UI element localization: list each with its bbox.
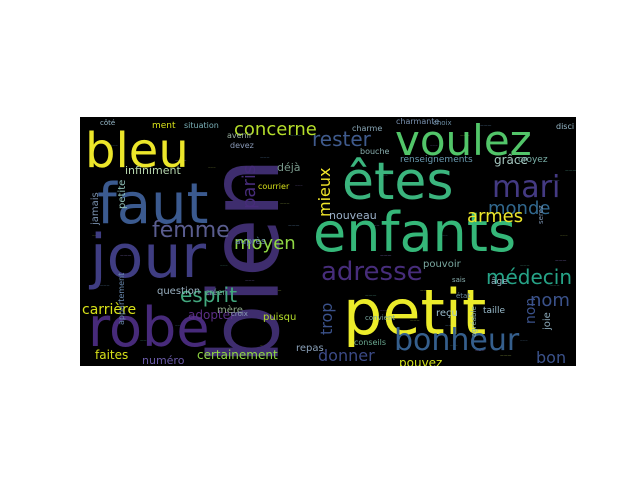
word-59: devez — [230, 141, 254, 150]
word-65: état — [456, 292, 470, 300]
svg-text:‒‒‒: ‒‒‒ — [565, 167, 576, 174]
word-60: situation — [184, 121, 219, 130]
word-56: courrier — [258, 182, 290, 191]
word-17: paris — [239, 165, 260, 209]
word-40: puisqu — [263, 312, 296, 323]
word-32: déjà — [277, 161, 301, 174]
svg-text:‒‒‒: ‒‒‒ — [555, 257, 567, 264]
word-45: reçu — [436, 308, 458, 319]
word-62: côté — [100, 119, 115, 127]
word-68: agréable — [470, 306, 478, 337]
word-36: numéro — [142, 354, 185, 366]
word-12: femme — [152, 218, 230, 243]
word-cloud: ‒‒‒ ‒‒‒ ‒‒‒ ‒‒‒ ‒‒‒ ‒‒‒ ‒‒‒ ‒‒‒ ‒‒‒ ‒‒‒ ‒‒‒ ‒‒‒ ‒‒‒ ‒… — [80, 117, 576, 366]
word-25: trop — [317, 303, 336, 335]
word-43: auprès — [235, 236, 266, 247]
word-61: ment — [152, 121, 176, 131]
word-48: taille — [483, 306, 506, 316]
word-33: nouveau — [329, 209, 377, 222]
word-41: petite — [117, 180, 128, 209]
word-70: appartement — [117, 273, 126, 325]
word-55: bouche — [360, 147, 390, 156]
word-24: bon — [536, 348, 566, 366]
word-66: sais — [452, 276, 466, 284]
word-58: avenir — [227, 131, 253, 140]
word-cloud-canvas: ‒‒‒‒‒‒‒‒‒‒‒‒‒‒‒‒‒‒‒‒‒‒‒‒‒‒‒‒‒‒‒‒‒‒‒‒‒‒‒‒… — [82, 117, 576, 366]
word-44: pouvoir — [423, 259, 462, 270]
word-49: conseils — [354, 338, 386, 347]
word-47: âge — [491, 277, 508, 287]
word-42: jamais — [90, 192, 101, 226]
word-50: renseignements — [400, 155, 473, 165]
word-57: créer — [205, 287, 226, 297]
word-10: bonheur — [394, 323, 520, 358]
svg-text:‒‒‒: ‒‒‒ — [560, 233, 568, 238]
word-39: repas — [296, 343, 324, 354]
word-30: faites — [95, 348, 128, 362]
word-52: charme — [352, 124, 382, 133]
word-37: question — [157, 286, 200, 297]
word-64: serez — [537, 205, 545, 224]
word-20: armes — [467, 206, 523, 227]
word-67: convient — [365, 314, 395, 322]
word-35: infiniment — [125, 164, 181, 177]
svg-text:‒‒‒: ‒‒‒ — [520, 338, 528, 343]
word-26: donner — [318, 346, 375, 365]
word-54: choix — [433, 119, 452, 127]
word-27: pouvez — [399, 356, 442, 366]
word-29: carrière — [82, 302, 136, 318]
word-69: croix — [231, 310, 248, 318]
word-31: certainement — [197, 348, 278, 362]
word-63: disci — [556, 122, 574, 131]
word-46: joie — [542, 312, 553, 331]
word-11: adresse — [321, 257, 423, 287]
word-51: croyez — [518, 155, 548, 165]
word-23: non — [523, 298, 539, 324]
